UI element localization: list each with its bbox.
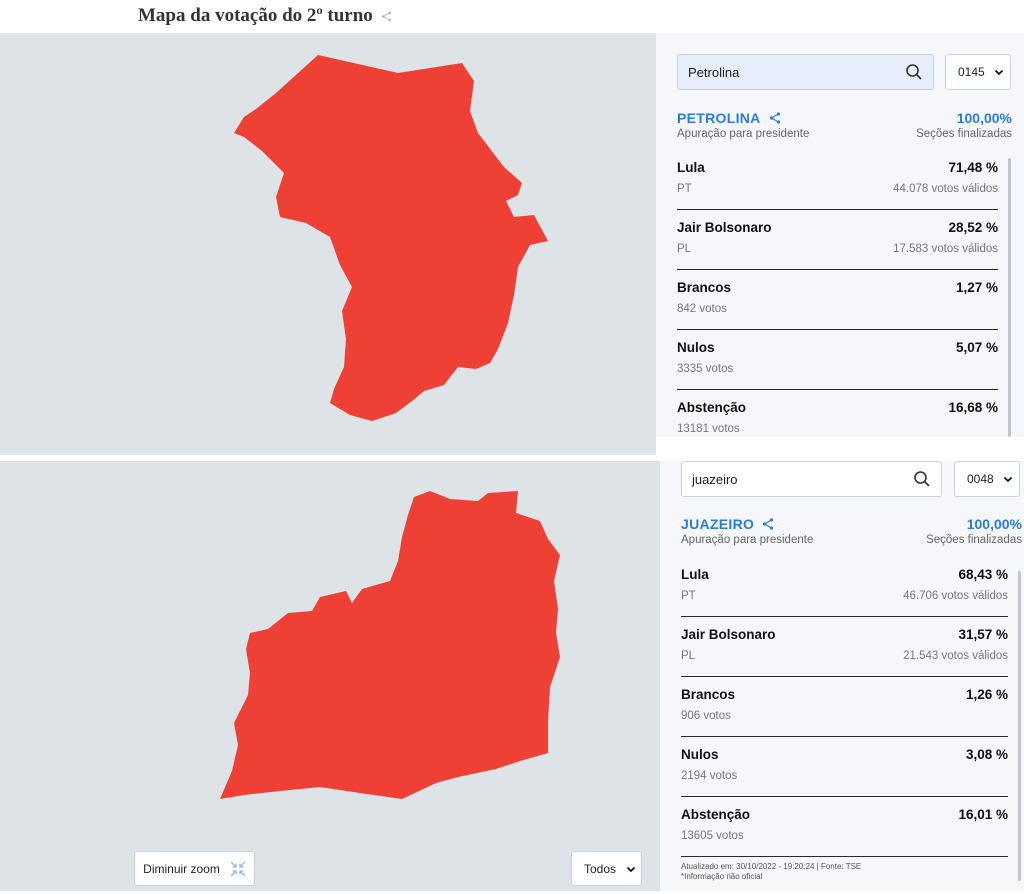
result-name: Abstenção bbox=[677, 400, 747, 415]
result-row: Abstenção 16,01 % 13605 votos bbox=[681, 797, 1008, 857]
results-scrollbar-top[interactable] bbox=[1008, 158, 1011, 437]
result-row: Abstenção 16,68 % 13181 votos bbox=[677, 390, 998, 450]
city-subtitle: Apuração para presidente bbox=[681, 534, 814, 546]
candidate-party: PT bbox=[677, 183, 692, 195]
result-row: Jair Bolsonaro 31,57 % PL 21.543 votos v… bbox=[681, 617, 1008, 677]
collapse-icon bbox=[230, 861, 246, 876]
candidate-votes: 46.706 votos válidos bbox=[903, 590, 1008, 602]
panel-petrolina: Petrolina 0145 PETROLINA Apuração para p… bbox=[656, 33, 1024, 437]
sections-finalized-top: 100,00% Seções finalizadas bbox=[916, 110, 1012, 140]
candidate-name: Jair Bolsonaro bbox=[681, 627, 776, 642]
result-percent: 1,26 % bbox=[965, 687, 1008, 702]
sections-percent: 100,00% bbox=[966, 516, 1022, 532]
result-percent: 3,08 % bbox=[965, 747, 1008, 762]
candidate-percent: 28,52 % bbox=[948, 220, 998, 235]
result-votes: 2194 votos bbox=[681, 770, 738, 782]
filter-select-value: Todos bbox=[584, 861, 617, 876]
chevron-down-icon bbox=[994, 69, 1004, 76]
chevron-down-icon bbox=[626, 866, 636, 872]
result-name: Brancos bbox=[677, 280, 732, 295]
candidate-votes: 44.078 votos válidos bbox=[893, 183, 998, 195]
filter-select[interactable]: Todos bbox=[571, 851, 642, 886]
city-header-top: PETROLINA Apuração para presidente bbox=[677, 110, 809, 140]
zoom-out-label: Diminuir zoom bbox=[143, 861, 220, 876]
candidate-percent: 71,48 % bbox=[948, 160, 998, 175]
result-row: Brancos 1,27 % 842 votos bbox=[677, 270, 998, 330]
result-name: Nulos bbox=[681, 747, 719, 762]
zone-select-bottom[interactable]: 0048 bbox=[954, 461, 1020, 497]
disclaimer: *Informação não oficial bbox=[681, 872, 763, 881]
chevron-down-icon bbox=[1003, 476, 1013, 483]
candidate-party: PL bbox=[681, 650, 696, 662]
candidate-votes: 17.583 votos válidos bbox=[893, 243, 998, 255]
page-title-text: Mapa da votação do 2º turno bbox=[138, 5, 373, 26]
result-votes: 842 votos bbox=[677, 303, 727, 315]
candidate-party: PT bbox=[681, 590, 696, 602]
city-subtitle: Apuração para presidente bbox=[677, 128, 810, 140]
petrolina-shape[interactable] bbox=[234, 55, 548, 421]
city-name: JUAZEIRO bbox=[681, 516, 755, 532]
candidate-votes: 21.543 votos válidos bbox=[903, 650, 1008, 662]
sections-label: Seções finalizadas bbox=[916, 128, 1012, 140]
result-percent: 5,07 % bbox=[955, 340, 998, 355]
results-list-top: Lula 71,48 % PT 44.078 votos válidos Jai… bbox=[677, 150, 998, 450]
results-scrollbar-bottom[interactable] bbox=[1018, 571, 1021, 881]
panel-juazeiro: juazeiro 0048 JUAZEIRO Apuração para pre… bbox=[660, 461, 1024, 891]
zone-select-value: 0048 bbox=[967, 472, 994, 486]
share-icon[interactable] bbox=[769, 112, 781, 124]
sections-label: Seções finalizadas bbox=[926, 534, 1022, 546]
candidate-percent: 31,57 % bbox=[958, 627, 1008, 642]
map-juazeiro[interactable] bbox=[0, 461, 660, 891]
zoom-out-button[interactable]: Diminuir zoom bbox=[134, 851, 255, 886]
zone-select-value: 0145 bbox=[958, 65, 985, 79]
result-row: Nulos 3,08 % 2194 votos bbox=[681, 737, 1008, 797]
result-name: Brancos bbox=[681, 687, 736, 702]
result-name: Abstenção bbox=[681, 807, 751, 822]
results-list-bottom: Lula 68,43 % PT 46.706 votos válidos Jai… bbox=[681, 557, 1008, 857]
search-text: juazeiro bbox=[692, 471, 738, 487]
result-row: Brancos 1,26 % 906 votos bbox=[681, 677, 1008, 737]
result-votes: 13181 votos bbox=[677, 423, 740, 435]
candidate-party: PL bbox=[677, 243, 692, 255]
page-title: Mapa da votação do 2º turno bbox=[138, 4, 392, 28]
city-name: PETROLINA bbox=[677, 110, 761, 126]
result-row: Jair Bolsonaro 28,52 % PL 17.583 votos v… bbox=[677, 210, 998, 270]
map-petrolina[interactable] bbox=[0, 33, 656, 455]
result-name: Nulos bbox=[677, 340, 715, 355]
result-row: Nulos 5,07 % 3335 votos bbox=[677, 330, 998, 390]
sections-percent: 100,00% bbox=[956, 110, 1012, 126]
candidate-percent: 68,43 % bbox=[958, 567, 1008, 582]
result-percent: 1,27 % bbox=[955, 280, 998, 295]
result-row: Lula 68,43 % PT 46.706 votos válidos bbox=[681, 557, 1008, 617]
result-row: Lula 71,48 % PT 44.078 votos válidos bbox=[677, 150, 998, 210]
share-icon[interactable] bbox=[381, 10, 392, 22]
result-percent: 16,01 % bbox=[958, 807, 1008, 822]
search-text: Petrolina bbox=[688, 64, 740, 80]
result-votes: 3335 votos bbox=[677, 363, 734, 375]
search-icon[interactable] bbox=[913, 470, 931, 488]
result-votes: 906 votos bbox=[681, 710, 731, 722]
candidate-name: Jair Bolsonaro bbox=[677, 220, 772, 235]
result-votes: 13605 votos bbox=[681, 830, 744, 842]
search-input-bottom[interactable]: juazeiro bbox=[681, 461, 942, 497]
zone-select-top[interactable]: 0145 bbox=[945, 54, 1011, 90]
juazeiro-shape[interactable] bbox=[220, 491, 560, 799]
search-icon[interactable] bbox=[905, 63, 923, 81]
search-input-top[interactable]: Petrolina bbox=[677, 54, 934, 90]
update-info: Atualizado em: 30/10/2022 - 19:20:24 | F… bbox=[681, 862, 862, 871]
share-icon[interactable] bbox=[762, 518, 774, 530]
sections-finalized-bottom: 100,00% Seções finalizadas bbox=[926, 516, 1022, 546]
city-header-bottom: JUAZEIRO Apuração para presidente bbox=[681, 516, 813, 546]
result-percent: 16,68 % bbox=[948, 400, 998, 415]
candidate-name: Lula bbox=[677, 160, 705, 175]
candidate-name: Lula bbox=[681, 567, 709, 582]
footnote: Atualizado em: 30/10/2022 - 19:20:24 | F… bbox=[681, 862, 861, 882]
